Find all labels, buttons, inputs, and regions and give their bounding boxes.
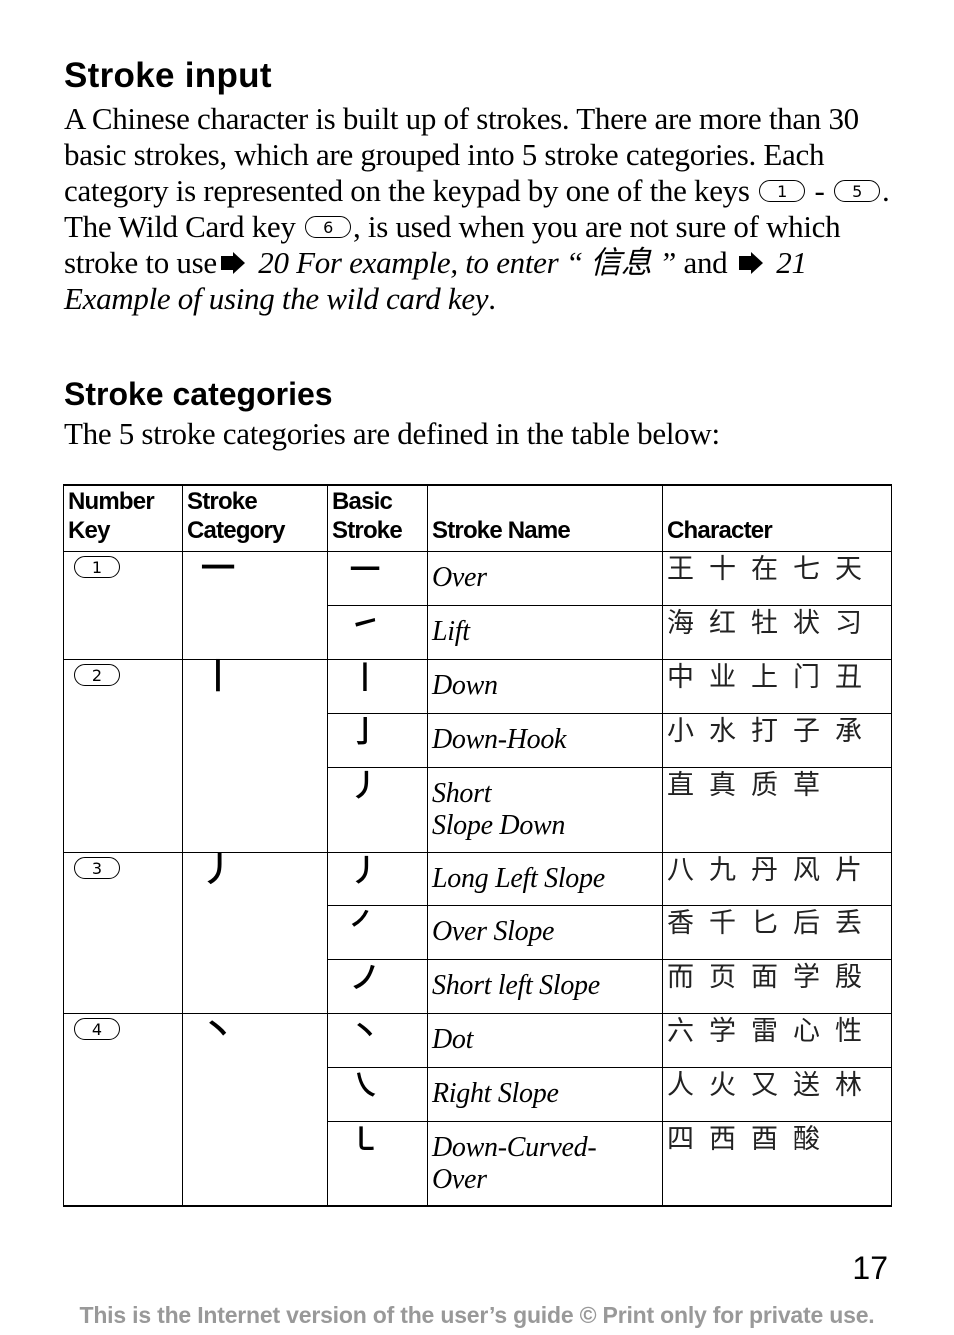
basic-stroke-cell: ㇏ (327, 1066, 428, 1122)
basic-stroke-cell: 亅 (327, 712, 428, 768)
characters-cell: 人火又送林 (662, 1066, 892, 1122)
header-text: Basic (332, 487, 393, 515)
category-stroke-cell: 丶 (182, 1012, 328, 1207)
header-text: Stroke (187, 487, 258, 515)
category-stroke-cell: 丨 (182, 658, 328, 853)
footer-notice: This is the Internet version of the user… (79, 1302, 875, 1328)
cross-reference-link-20[interactable]: 20 For example, to enter “ 信息 ” (258, 245, 676, 280)
basic-stroke-cell: 丨 (327, 658, 428, 714)
table-row: 1 一 一 Over 王十在七天 (63, 550, 892, 660)
header-basic-stroke: Basic Stroke (327, 484, 428, 552)
characters-cell: 四西酉酸 (662, 1120, 892, 1207)
stroke-name-line: Over (432, 1163, 487, 1195)
section-title-stroke-input: Stroke input (64, 56, 272, 95)
keypad-key-1-icon: 1 (74, 555, 120, 578)
stroke-categories-intro: The 5 stroke categories are defined in t… (64, 416, 720, 451)
basic-stroke-cell: ㇀ (327, 604, 428, 660)
number-key-cell: 3 (63, 851, 183, 1014)
stroke-name-line: Short (432, 777, 492, 809)
basic-stroke-cell: ㇒ (327, 904, 428, 960)
number-key-cell: 4 (63, 1012, 183, 1207)
number-key-cell: 1 (63, 550, 183, 660)
stroke-name-cell: Down (427, 658, 663, 714)
keypad-key-1-icon: 1 (759, 179, 806, 202)
characters-cell: 中业上门丑 (662, 658, 892, 714)
table-row: 2 丨 丨 Down 中业上门丑 (63, 658, 892, 853)
category-stroke-cell: 丿 (182, 851, 328, 1014)
basic-stroke-cell: 丶 (327, 1012, 428, 1068)
stroke-name-line: Down-Curved- (432, 1131, 597, 1163)
stroke-name-cell: Over Slope (427, 904, 663, 960)
header-stroke-name: Stroke Name (427, 484, 663, 552)
stroke-name-cell: Dot (427, 1012, 663, 1068)
stroke-name-cell: Right Slope (427, 1066, 663, 1122)
header-text: Number (68, 487, 155, 515)
basic-stroke-cell: 丿 (327, 851, 428, 906)
characters-cell: 香千匕后丢 (662, 904, 892, 960)
characters-cell: 海红牡状习 (662, 604, 892, 660)
stroke-name-cell: Down-Hook (427, 712, 663, 768)
stroke-name-line: Slope Down (432, 809, 566, 841)
table-row: 4 丶 丶 Dot 六学雷心性 (63, 1012, 892, 1207)
characters-cell: 而页面学殷 (662, 958, 892, 1014)
keypad-key-4-icon: 4 (74, 1017, 120, 1040)
characters-cell: 小水打子承 (662, 712, 892, 768)
keypad-key-2-icon: 2 (74, 663, 120, 686)
page-number: 17 (852, 1250, 888, 1286)
keypad-key-6-icon: 6 (305, 215, 352, 238)
characters-cell: 八九丹风片 (662, 851, 892, 906)
para-text-1: A Chinese character is built up of strok… (64, 101, 859, 208)
stroke-name-cell: Short Slope Down (427, 766, 663, 853)
para-and: and (683, 245, 728, 280)
para-period: . (488, 281, 496, 316)
stroke-name-cell: Lift (427, 604, 663, 660)
keypad-key-3-icon: 3 (74, 856, 120, 879)
header-text: Key (68, 516, 110, 544)
characters-cell: 直真质草 (662, 766, 892, 853)
number-key-cell: 2 (63, 658, 183, 853)
para-dash: - (814, 173, 825, 208)
table-header-row: Number Key Stroke Category Basic Stroke Str… (63, 484, 892, 552)
basic-stroke-cell: ㇄ (327, 1120, 428, 1207)
category-stroke-cell: 一 (182, 550, 328, 660)
stroke-categories-table: Number Key Stroke Category Basic Stroke Str… (63, 484, 892, 1207)
basic-stroke-cell: 一 (327, 550, 428, 606)
characters-cell: 王十在七天 (662, 550, 892, 606)
header-number-key: Number Key (63, 484, 183, 552)
characters-cell: 六学雷心性 (662, 1012, 892, 1068)
keypad-key-5-icon: 5 (834, 179, 881, 202)
stroke-input-paragraph: A Chinese character is built up of strok… (64, 101, 894, 317)
header-text: Stroke (332, 516, 403, 544)
stroke-name-cell: Over (427, 550, 663, 606)
header-text: Category (187, 516, 285, 544)
stroke-name-cell: Down-Curved- Over (427, 1120, 663, 1207)
header-stroke-category: Stroke Category (182, 484, 328, 552)
stroke-name-cell: Long Left Slope (427, 851, 663, 906)
stroke-name-cell: Short left Slope (427, 958, 663, 1014)
section-title-stroke-categories: Stroke categories (64, 376, 333, 412)
header-character: Character (662, 484, 892, 552)
table-row: 3 丿 丿 Long Left Slope 八九丹风片 (63, 851, 892, 1014)
basic-stroke-cell: ノ (327, 958, 428, 1014)
basic-stroke-cell: 丿 (327, 766, 428, 853)
